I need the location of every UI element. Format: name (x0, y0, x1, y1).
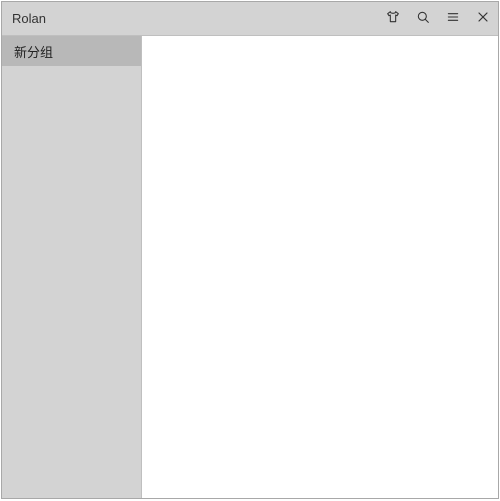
shirt-icon (385, 9, 401, 28)
menu-icon (445, 9, 461, 28)
titlebar: Rolan (2, 2, 498, 36)
close-icon (475, 9, 491, 28)
search-icon (415, 9, 431, 28)
sidebar-item-group[interactable]: 新分组 (2, 36, 141, 66)
sidebar-item-label: 新分组 (14, 42, 53, 61)
search-button[interactable] (408, 2, 438, 36)
theme-button[interactable] (378, 2, 408, 36)
window-title: Rolan (2, 11, 46, 26)
app-window: Rolan 新分组 (1, 1, 499, 499)
content-area (142, 36, 498, 498)
window-body: 新分组 (2, 36, 498, 498)
sidebar: 新分组 (2, 36, 142, 498)
close-button[interactable] (468, 2, 498, 36)
menu-button[interactable] (438, 2, 468, 36)
